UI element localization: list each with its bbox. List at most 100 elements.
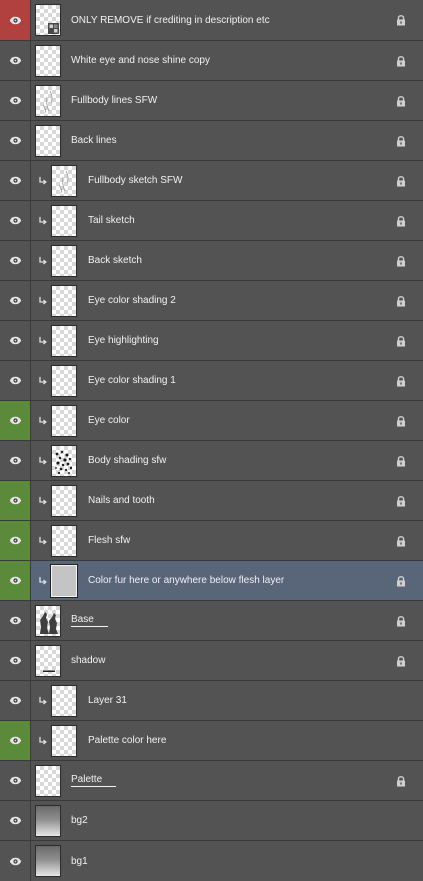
layer-name[interactable]: Eye highlighting <box>88 321 159 360</box>
layer-row-eye-color-shading-1[interactable]: Eye color shading 1 <box>0 361 423 401</box>
eye-icon <box>9 776 22 785</box>
layer-thumbnail[interactable] <box>51 725 77 757</box>
layer-name[interactable]: Eye color shading 1 <box>88 361 176 400</box>
layer-name[interactable]: Fullbody sketch SFW <box>88 161 182 200</box>
eye-icon <box>9 416 22 425</box>
layer-name[interactable]: Back lines <box>71 121 117 160</box>
layer-name[interactable]: Eye color shading 2 <box>88 281 176 320</box>
layer-name[interactable]: Body shading sfw <box>88 441 166 480</box>
layer-thumbnail[interactable] <box>51 205 77 237</box>
layer-thumbnail[interactable] <box>35 125 61 157</box>
layer-thumbnail[interactable] <box>51 685 77 717</box>
visibility-toggle[interactable] <box>0 841 31 881</box>
layer-thumbnail[interactable] <box>51 325 77 357</box>
layer-thumbnail[interactable] <box>35 45 61 77</box>
visibility-toggle[interactable] <box>0 121 31 160</box>
layer-row-bg1[interactable]: bg1 <box>0 841 423 881</box>
visibility-toggle[interactable] <box>0 601 31 640</box>
lock-icon <box>396 14 406 26</box>
layer-name-label: bg2 <box>71 815 88 826</box>
layer-name[interactable]: Eye color <box>88 401 130 440</box>
layer-name[interactable]: Base <box>71 601 108 640</box>
layer-row-flesh-sfw[interactable]: Flesh sfw <box>0 521 423 561</box>
layer-thumbnail[interactable] <box>35 85 61 117</box>
visibility-toggle[interactable] <box>0 81 31 120</box>
layer-name[interactable]: Layer 31 <box>88 681 127 720</box>
layer-name[interactable]: Flesh sfw <box>88 521 130 560</box>
layer-row-palette-color-here[interactable]: Palette color here <box>0 721 423 761</box>
layer-row-fullbody-lines-sfw[interactable]: Fullbody lines SFW <box>0 81 423 121</box>
layer-row-base[interactable]: Base <box>0 601 423 641</box>
layer-name[interactable]: Palette color here <box>88 721 166 760</box>
layer-row-only-remove-if-crediting-in-description-etc[interactable]: ONLY REMOVE if crediting in description … <box>0 0 423 41</box>
layer-row-back-lines[interactable]: Back lines <box>0 121 423 161</box>
layer-thumbnail[interactable] <box>51 485 77 517</box>
layer-row-color-fur-here-or-anywhere-below-flesh-layer[interactable]: Color fur here or anywhere below flesh l… <box>0 561 423 601</box>
visibility-toggle[interactable] <box>0 721 31 760</box>
visibility-toggle[interactable] <box>0 201 31 240</box>
layer-name[interactable]: bg2 <box>71 801 88 840</box>
layer-name[interactable]: ONLY REMOVE if crediting in description … <box>71 0 270 40</box>
eye-icon <box>9 656 22 665</box>
visibility-toggle[interactable] <box>0 0 31 40</box>
layer-row-white-eye-and-nose-shine-copy[interactable]: White eye and nose shine copy <box>0 41 423 81</box>
layer-thumbnail[interactable] <box>51 525 77 557</box>
layer-name[interactable]: shadow <box>71 641 105 680</box>
layer-thumbnail[interactable] <box>35 805 61 837</box>
layer-row-layer-31[interactable]: Layer 31 <box>0 681 423 721</box>
layer-name-label: Base <box>71 614 108 627</box>
layer-name[interactable]: White eye and nose shine copy <box>71 41 210 80</box>
layer-thumbnail[interactable] <box>35 645 61 677</box>
visibility-toggle[interactable] <box>0 41 31 80</box>
layer-thumbnail[interactable] <box>35 765 61 797</box>
layer-name[interactable]: Color fur here or anywhere below flesh l… <box>88 561 284 600</box>
visibility-toggle[interactable] <box>0 361 31 400</box>
visibility-toggle[interactable] <box>0 801 31 840</box>
visibility-toggle[interactable] <box>0 761 31 800</box>
visibility-toggle[interactable] <box>0 161 31 200</box>
visibility-toggle[interactable] <box>0 481 31 520</box>
layer-row-fullbody-sketch-sfw[interactable]: Fullbody sketch SFW <box>0 161 423 201</box>
layer-name-label: Flesh sfw <box>88 535 131 546</box>
layer-row-shadow[interactable]: shadow <box>0 641 423 681</box>
visibility-toggle[interactable] <box>0 401 31 440</box>
layer-thumbnail[interactable] <box>51 285 77 317</box>
visibility-toggle[interactable] <box>0 681 31 720</box>
layer-name[interactable]: Tail sketch <box>88 201 135 240</box>
layer-row-nails-and-tooth[interactable]: Nails and tooth <box>0 481 423 521</box>
layer-thumbnail[interactable] <box>51 405 77 437</box>
layer-thumbnail[interactable] <box>51 165 77 197</box>
layer-row-bg2[interactable]: bg2 <box>0 801 423 841</box>
visibility-toggle[interactable] <box>0 321 31 360</box>
layer-thumbnail[interactable] <box>35 605 61 637</box>
layer-name[interactable]: Back sketch <box>88 241 142 280</box>
layer-row-eye-color-shading-2[interactable]: Eye color shading 2 <box>0 281 423 321</box>
layer-thumbnail[interactable] <box>35 845 61 877</box>
eye-icon <box>9 816 22 825</box>
visibility-toggle[interactable] <box>0 641 31 680</box>
visibility-toggle[interactable] <box>0 561 31 600</box>
lock-icon <box>396 255 406 267</box>
clipping-mask-arrow-icon <box>39 336 47 346</box>
layer-name[interactable]: Palette <box>71 761 117 800</box>
layer-thumbnail[interactable] <box>51 365 77 397</box>
layer-row-body-shading-sfw[interactable]: Body shading sfw <box>0 441 423 481</box>
eye-icon <box>9 736 22 745</box>
clipping-mask-arrow-icon <box>39 496 47 506</box>
layer-name[interactable]: Nails and tooth <box>88 481 155 520</box>
layer-name[interactable]: bg1 <box>71 841 88 881</box>
layer-row-palette[interactable]: Palette <box>0 761 423 801</box>
layer-thumbnail[interactable] <box>50 564 78 598</box>
layer-thumbnail[interactable] <box>51 245 77 277</box>
layer-row-back-sketch[interactable]: Back sketch <box>0 241 423 281</box>
visibility-toggle[interactable] <box>0 441 31 480</box>
visibility-toggle[interactable] <box>0 521 31 560</box>
layer-row-eye-color[interactable]: Eye color <box>0 401 423 441</box>
visibility-toggle[interactable] <box>0 241 31 280</box>
visibility-toggle[interactable] <box>0 281 31 320</box>
layer-name[interactable]: Fullbody lines SFW <box>71 81 157 120</box>
layer-row-tail-sketch[interactable]: Tail sketch <box>0 201 423 241</box>
layer-row-eye-highlighting[interactable]: Eye highlighting <box>0 321 423 361</box>
layer-thumbnail[interactable] <box>35 4 61 36</box>
layer-thumbnail[interactable] <box>51 445 77 477</box>
